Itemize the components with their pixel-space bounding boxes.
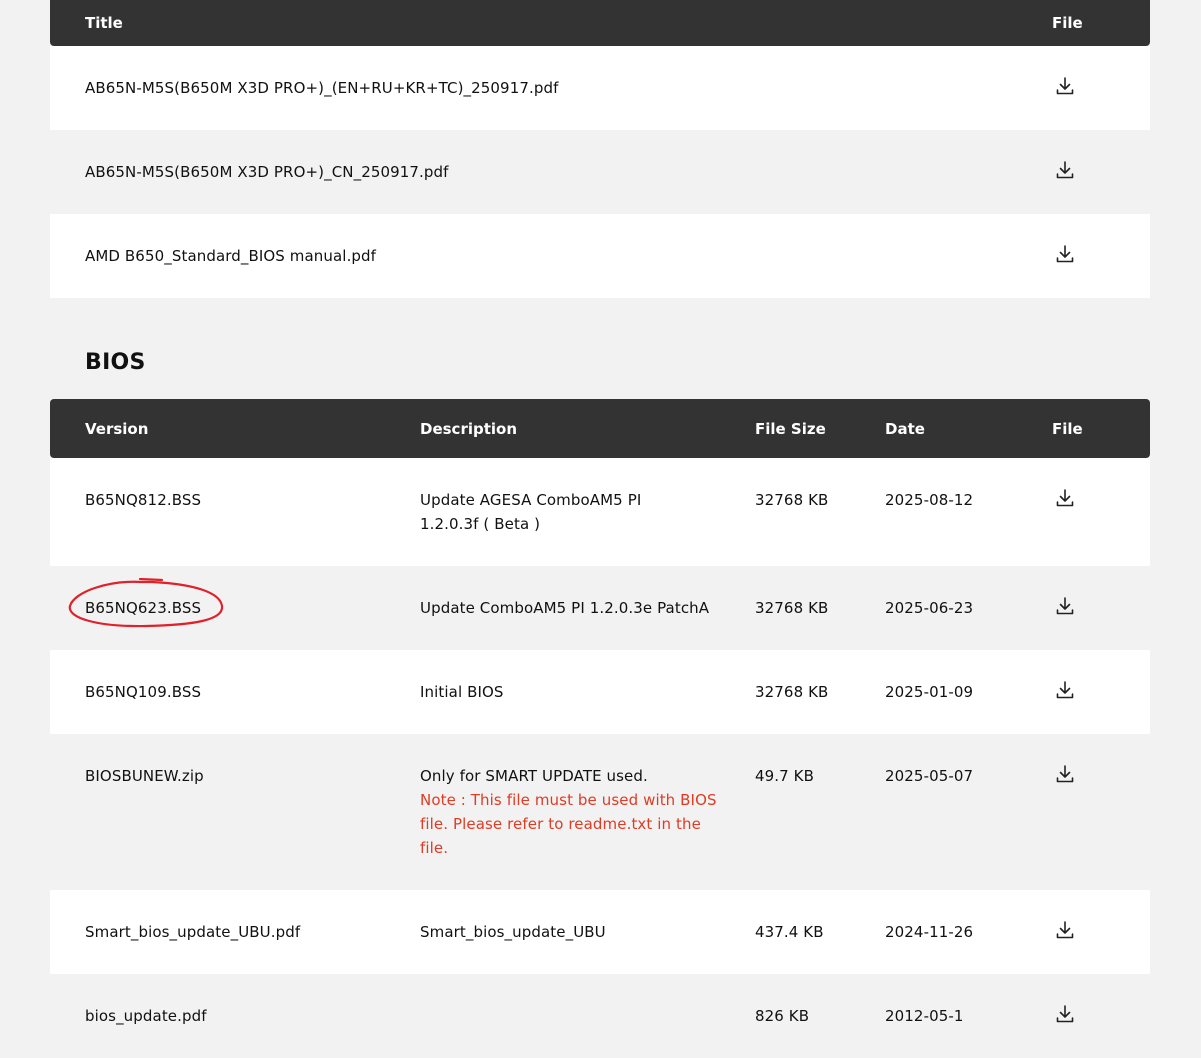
- download-icon: [1056, 1005, 1074, 1023]
- bios-date: 2025-08-12: [885, 491, 974, 509]
- column-date: Date: [885, 419, 925, 438]
- bios-file-size: 32768 KB: [755, 599, 829, 617]
- table-row: AMD B650_Standard_BIOS manual.pdf: [50, 214, 1150, 298]
- table-row: B65NQ812.BSS Update AGESA ComboAM5 PI 1.…: [50, 458, 1150, 566]
- download-icon: [1056, 77, 1074, 95]
- download-button[interactable]: [1054, 243, 1076, 265]
- download-icon: [1056, 597, 1074, 615]
- column-file-size: File Size: [755, 419, 826, 438]
- download-icon: [1056, 921, 1074, 939]
- download-button[interactable]: [1054, 763, 1076, 785]
- bios-version: B65NQ812.BSS: [85, 491, 202, 509]
- bios-version: B65NQ623.BSS: [85, 599, 202, 617]
- table-row: BIOSBUNEW.zip Only for SMART UPDATE used…: [50, 734, 1150, 890]
- bios-version: Smart_bios_update_UBU.pdf: [85, 923, 301, 941]
- download-icon: [1056, 681, 1074, 699]
- table-row: bios_update.pdf 826 KB 2012-05-1: [50, 974, 1150, 1058]
- table-row: B65NQ109.BSS Initial BIOS 32768 KB 2025-…: [50, 650, 1150, 734]
- download-button[interactable]: [1054, 75, 1076, 97]
- download-icon: [1056, 765, 1074, 783]
- download-button[interactable]: [1054, 487, 1076, 509]
- bios-file-size: 826 KB: [755, 1007, 810, 1025]
- bios-date: 2024-11-26: [885, 923, 974, 941]
- bios-table: Version Description File Size Date File …: [50, 399, 1150, 1058]
- bios-file-size: 437.4 KB: [755, 923, 824, 941]
- table-row: Smart_bios_update_UBU.pdf Smart_bios_upd…: [50, 890, 1150, 974]
- download-button[interactable]: [1054, 1003, 1076, 1025]
- table-row: AB65N-M5S(B650M X3D PRO+)_(EN+RU+KR+TC)_…: [50, 46, 1150, 130]
- manual-title: AB65N-M5S(B650M X3D PRO+)_CN_250917.pdf: [85, 163, 449, 181]
- bios-description: Only for SMART UPDATE used.: [420, 767, 648, 785]
- download-icon: [1056, 489, 1074, 507]
- bios-description: Smart_bios_update_UBU: [420, 923, 606, 941]
- column-title: Title: [85, 14, 123, 32]
- download-icon: [1056, 161, 1074, 179]
- manual-title: AMD B650_Standard_BIOS manual.pdf: [85, 247, 377, 265]
- bios-file-size: 32768 KB: [755, 491, 829, 509]
- column-version: Version: [85, 419, 149, 438]
- table-row: AB65N-M5S(B650M X3D PRO+)_CN_250917.pdf: [50, 130, 1150, 214]
- bios-file-size: 49.7 KB: [755, 767, 814, 785]
- table-row: B65NQ623.BSS Update ComboAM5 PI 1.2.0.3e…: [50, 566, 1150, 650]
- bios-version: BIOSBUNEW.zip: [85, 767, 204, 785]
- bios-date: 2025-01-09: [885, 683, 974, 701]
- bios-description: Update AGESA ComboAM5 PI 1.2.0.3f ( Beta…: [420, 491, 642, 533]
- column-file: File: [1052, 14, 1083, 32]
- bios-heading: BIOS: [85, 350, 146, 375]
- download-button[interactable]: [1054, 595, 1076, 617]
- download-icon: [1056, 245, 1074, 263]
- bios-date: 2012-05-1: [885, 1007, 964, 1025]
- bios-version: bios_update.pdf: [85, 1007, 207, 1025]
- bios-table-header: Version Description File Size Date File: [50, 399, 1150, 458]
- manual-title: AB65N-M5S(B650M X3D PRO+)_(EN+RU+KR+TC)_…: [85, 79, 559, 97]
- download-button[interactable]: [1054, 159, 1076, 181]
- bios-date: 2025-06-23: [885, 599, 974, 617]
- bios-description: Update ComboAM5 PI 1.2.0.3e PatchA: [420, 599, 710, 617]
- bios-version: B65NQ109.BSS: [85, 683, 202, 701]
- manuals-table: Title File AB65N-M5S(B650M X3D PRO+)_(EN…: [50, 0, 1150, 298]
- bios-note: Note : This file must be used with BIOS …: [420, 791, 717, 857]
- manuals-table-header: Title File: [50, 0, 1150, 46]
- download-button[interactable]: [1054, 679, 1076, 701]
- bios-file-size: 32768 KB: [755, 683, 829, 701]
- bios-date: 2025-05-07: [885, 767, 974, 785]
- column-file: File: [1052, 419, 1083, 438]
- bios-description: Initial BIOS: [420, 683, 504, 701]
- column-description: Description: [420, 419, 518, 438]
- download-button[interactable]: [1054, 919, 1076, 941]
